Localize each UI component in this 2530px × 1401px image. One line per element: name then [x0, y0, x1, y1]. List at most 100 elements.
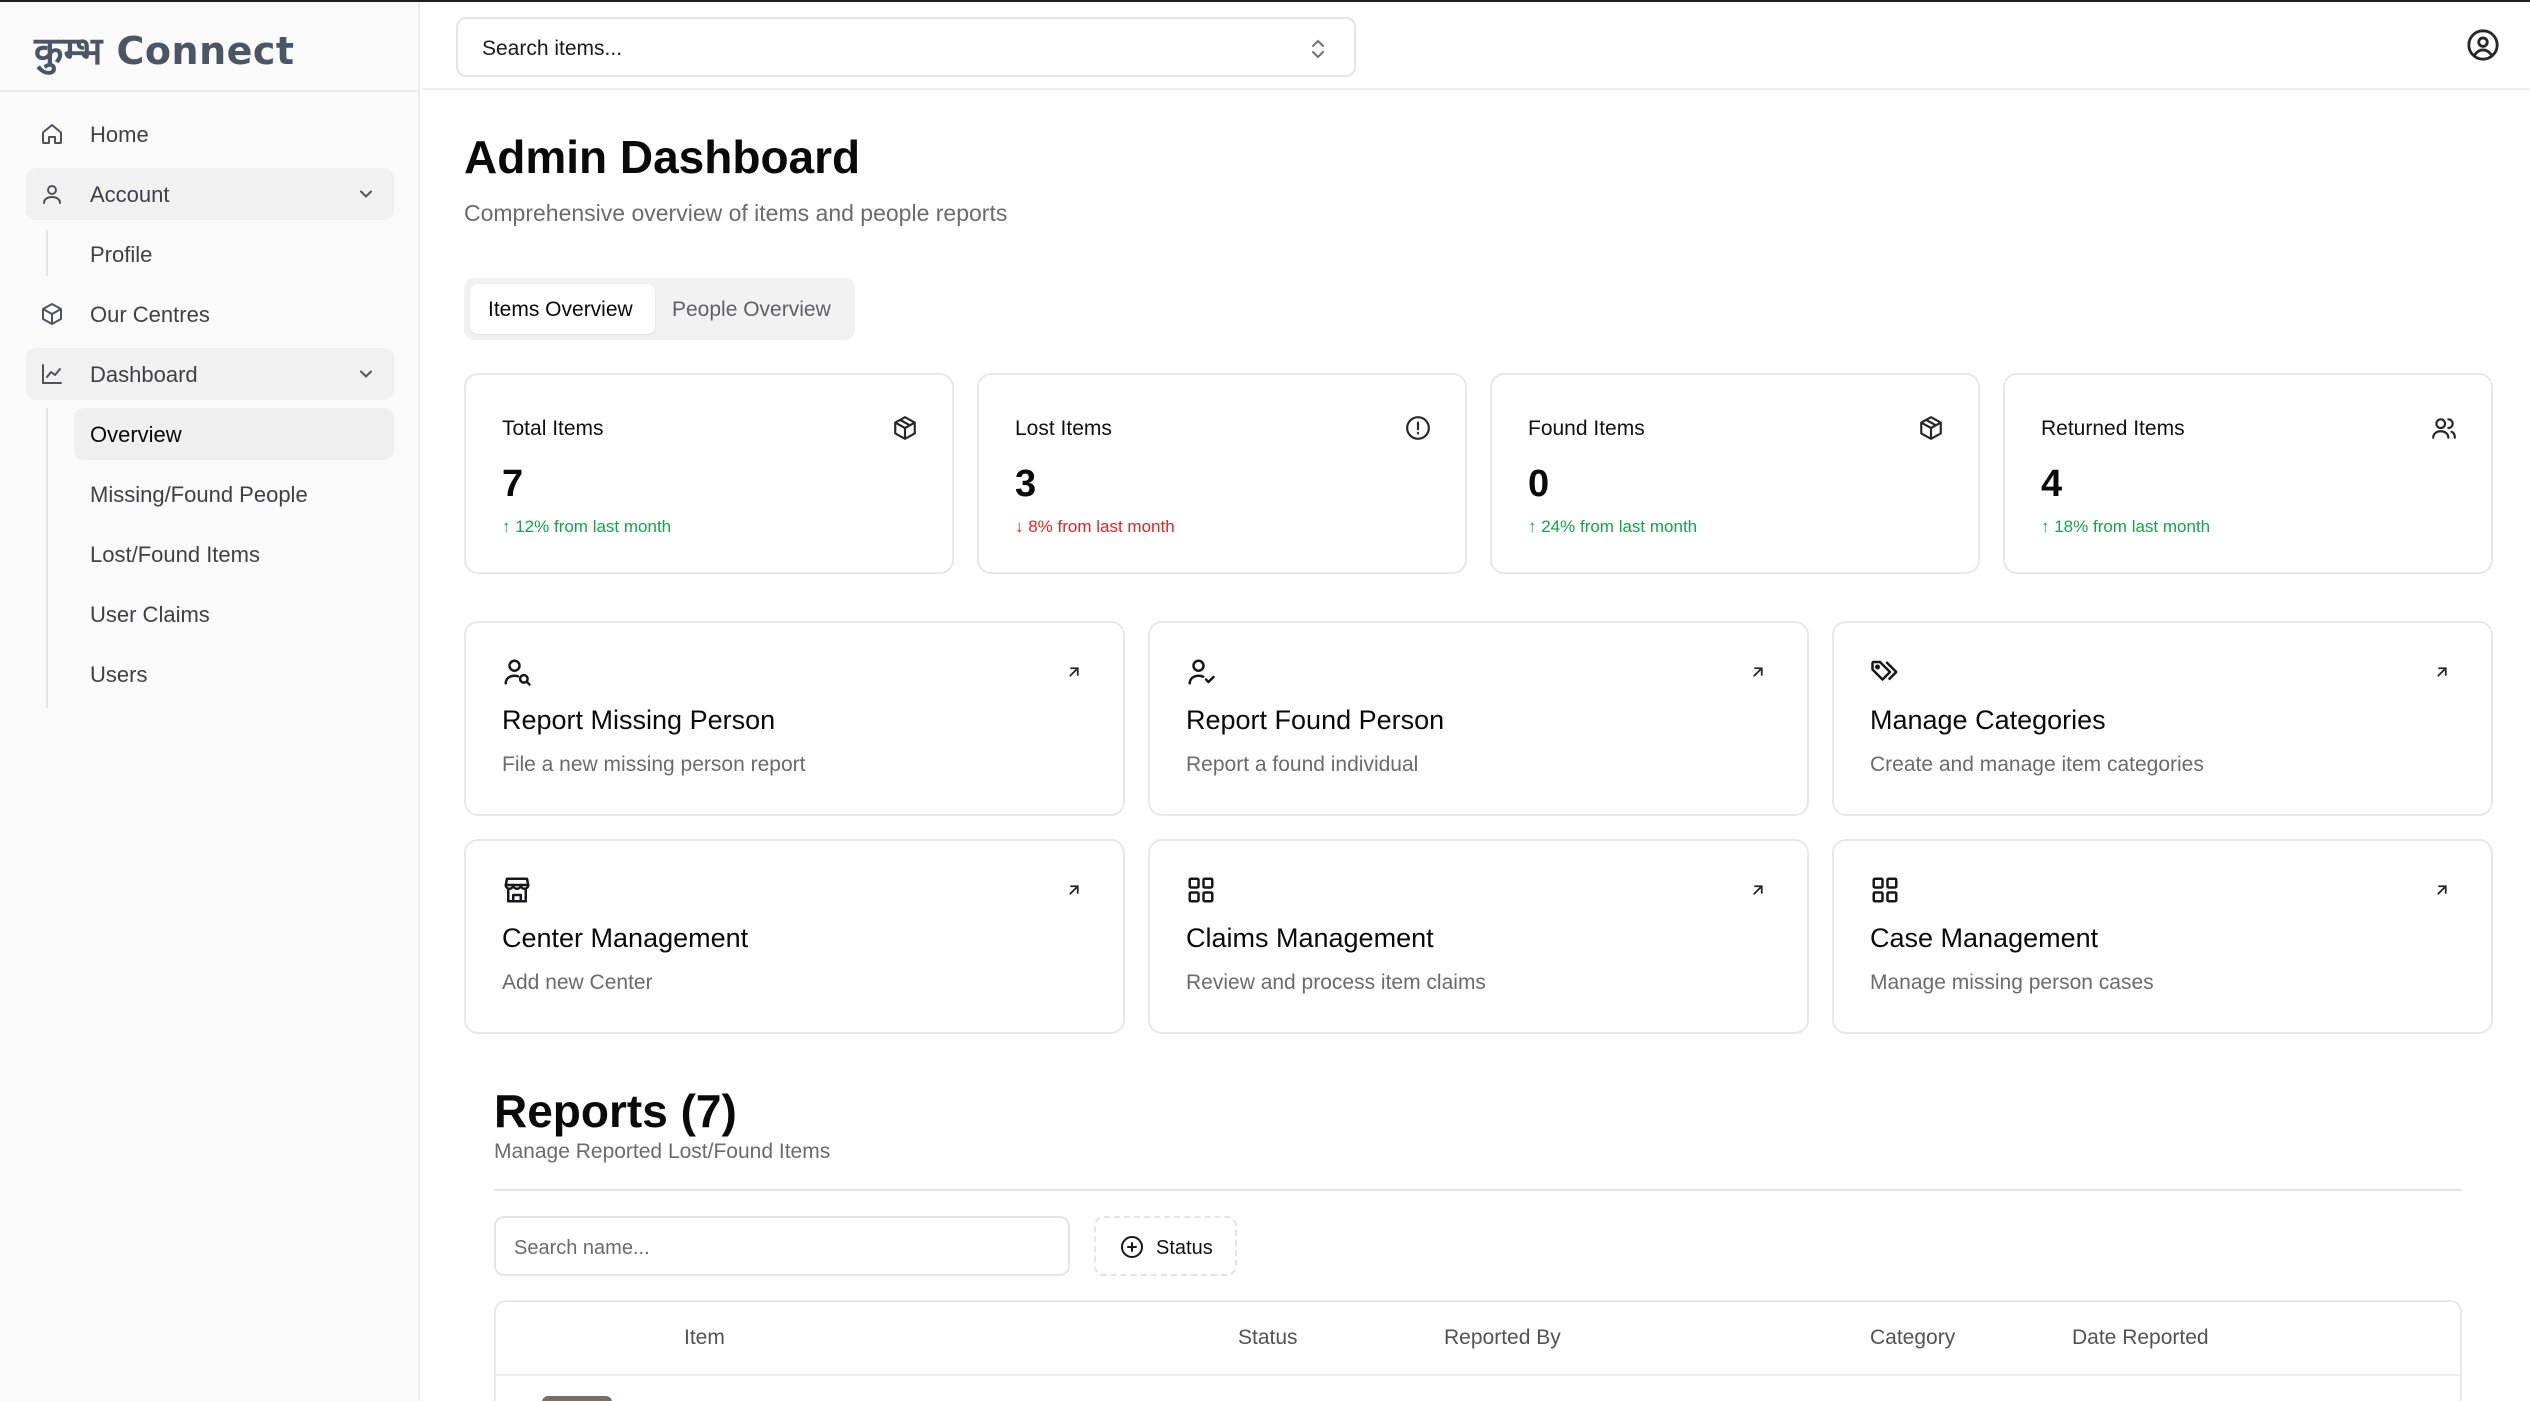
stat-card-lost-items: Lost Items 3 ↓ 8% from last month	[977, 373, 1467, 574]
column-header-status[interactable]: Status	[1238, 1326, 1298, 1350]
column-header-item[interactable]: Item	[684, 1326, 725, 1350]
action-description: Manage missing person cases	[1870, 971, 2154, 994]
arrow-up-right-icon	[1753, 667, 1763, 677]
table-header-divider	[496, 1374, 2460, 1376]
stat-value: 4	[2041, 463, 2063, 505]
store-icon	[504, 877, 530, 903]
alert-circle-icon	[1406, 416, 1430, 440]
grid-icon	[1872, 877, 1898, 903]
action-description: Add new Center	[502, 971, 653, 994]
sidebar-item-label: Lost/Found Items	[90, 542, 260, 567]
plus-circle-icon	[1121, 1236, 1143, 1258]
stat-value: 3	[1015, 463, 1037, 505]
chart-icon	[42, 364, 62, 384]
column-header-reported-by[interactable]: Reported By	[1444, 1326, 1561, 1350]
home-icon	[42, 124, 62, 144]
arrow-up-right-icon	[2437, 667, 2447, 677]
search-combobox-value: Search items...	[482, 37, 623, 60]
stat-card-returned-items: Returned Items 4 ↑ 18% from last month	[2003, 373, 2493, 574]
tab-label: Items Overview	[488, 298, 633, 321]
package-icon	[894, 416, 916, 440]
grid-icon	[1188, 877, 1214, 903]
action-title: Case Management	[1870, 923, 2099, 953]
arrow-up-right-icon	[1069, 885, 1079, 895]
overview-tabs: Items Overview People Overview	[464, 278, 855, 340]
case-management-card[interactable]: Case Management Manage missing person ca…	[1832, 839, 2493, 1034]
action-description: Report a found individual	[1186, 753, 1419, 776]
stat-card-found-items: Found Items 0 ↑ 24% from last month	[1490, 373, 1980, 574]
stat-trend: ↑ 12% from last month	[502, 517, 672, 536]
sidebar-item-home[interactable]: Home	[26, 108, 394, 160]
reports-search-field	[494, 1216, 1070, 1276]
sidebar-item-label: Home	[90, 122, 149, 147]
arrow-up-right-icon	[2437, 885, 2447, 895]
sidebar-item-overview[interactable]: Overview	[74, 408, 394, 460]
stat-title: Lost Items	[1015, 417, 1112, 440]
user-icon	[43, 185, 61, 204]
arrow-up-right-icon	[1069, 667, 1079, 677]
stat-value: 7	[502, 463, 524, 505]
users-icon	[2432, 418, 2456, 439]
status-filter-label: Status	[1156, 1237, 1213, 1259]
reports-search-input[interactable]	[514, 1234, 1044, 1262]
sidebar-item-label: Dashboard	[90, 362, 198, 387]
sidebar-item-label: Account	[90, 182, 170, 207]
action-description: Create and manage item categories	[1870, 753, 2204, 776]
stat-value: 0	[1528, 463, 1550, 505]
stat-trend: ↑ 24% from last month	[1528, 517, 1698, 536]
user-circle-icon[interactable]	[2466, 28, 2500, 62]
user-search-icon	[504, 659, 531, 686]
chevron-down-icon[interactable]	[356, 364, 376, 384]
app-logo[interactable]: कुम्भ Connect	[34, 24, 295, 76]
column-header-date-reported[interactable]: Date Reported	[2072, 1326, 2209, 1350]
reports-table: Item Status Reported By Category Date Re…	[494, 1300, 2462, 1401]
stat-title: Returned Items	[2041, 417, 2185, 440]
page-subtitle: Comprehensive overview of items and peop…	[464, 200, 1008, 226]
stat-card-total-items: Total Items 7 ↑ 12% from last month	[464, 373, 954, 574]
column-header-category[interactable]: Category	[1870, 1326, 1955, 1350]
reports-divider	[494, 1189, 2462, 1191]
sidebar-item-label: User Claims	[90, 602, 210, 627]
manage-categories-card[interactable]: Manage Categories Create and manage item…	[1832, 621, 2493, 816]
stat-trend: ↓ 8% from last month	[1015, 517, 1175, 536]
action-title: Claims Management	[1186, 923, 1434, 953]
tab-items-overview[interactable]: Items Overview	[470, 284, 655, 334]
sidebar-item-label: Profile	[90, 242, 153, 267]
report-missing-person-card[interactable]: Report Missing Person File a new missing…	[464, 621, 1125, 816]
stat-title: Total Items	[502, 417, 604, 440]
chevrons-up-down-icon	[1312, 39, 1324, 59]
sidebar-item-user-claims[interactable]: User Claims	[74, 588, 394, 640]
search-combobox[interactable]: Search items...	[456, 17, 1356, 77]
sidebar-item-profile[interactable]: Profile	[74, 228, 394, 280]
claims-management-card[interactable]: Claims Management Review and process ite…	[1148, 839, 1809, 1034]
reports-subtitle: Manage Reported Lost/Found Items	[494, 1140, 831, 1163]
submenu-rail	[46, 230, 48, 276]
sidebar-item-label: Missing/Found People	[90, 482, 308, 507]
sidebar-item-missing-found-people[interactable]: Missing/Found People	[74, 468, 394, 520]
box-icon	[42, 303, 62, 325]
report-found-person-card[interactable]: Report Found Person Report a found indiv…	[1148, 621, 1809, 816]
sidebar-item-users[interactable]: Users	[74, 648, 394, 700]
top-bar: Search items...	[422, 2, 2530, 90]
tags-icon	[1871, 660, 1898, 681]
sidebar-item-lost-found-items[interactable]: Lost/Found Items	[74, 528, 394, 580]
stat-trend: ↑ 18% from last month	[2041, 517, 2211, 536]
sidebar-item-label: Users	[90, 662, 148, 687]
sidebar-item-dashboard[interactable]: Dashboard	[26, 348, 394, 400]
user-check-icon	[1188, 659, 1215, 685]
sidebar-item-label: Our Centres	[90, 302, 210, 327]
tab-people-overview[interactable]: People Overview	[661, 284, 849, 334]
action-title: Report Found Person	[1186, 705, 1445, 735]
action-title: Report Missing Person	[502, 705, 776, 735]
reports-title: Reports (7)	[494, 1085, 737, 1137]
sidebar: कुम्भ Connect Home Account Profile Our C…	[0, 2, 420, 1401]
status-filter-button[interactable]: Status	[1094, 1216, 1237, 1276]
sidebar-item-account[interactable]: Account	[26, 168, 394, 220]
action-description: File a new missing person report	[502, 753, 806, 776]
submenu-rail	[46, 408, 48, 708]
chevron-down-icon[interactable]	[356, 184, 376, 204]
action-title: Manage Categories	[1870, 705, 2106, 735]
center-management-card[interactable]: Center Management Add new Center	[464, 839, 1125, 1034]
item-thumbnail	[542, 1396, 612, 1401]
sidebar-item-our-centres[interactable]: Our Centres	[26, 288, 394, 340]
